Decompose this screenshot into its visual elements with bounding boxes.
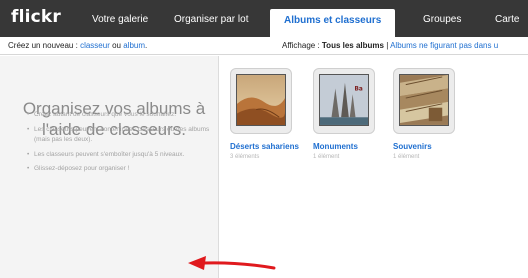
- temple-photo-icon: Ba: [319, 74, 369, 126]
- album-count: 1 élément: [393, 154, 420, 160]
- desert-photo-icon: [236, 74, 286, 126]
- album-count: 3 éléments: [230, 154, 260, 160]
- album-count: 1 élément: [313, 154, 340, 160]
- create-new-line: Créez un nouveau : classeur ou album.: [8, 41, 147, 50]
- market-photo-icon: [399, 74, 449, 126]
- album-thumbnail[interactable]: Ba: [313, 68, 375, 134]
- display-unfiled-albums-link[interactable]: Albums ne figurant pas dans u: [390, 41, 498, 50]
- tab-groupes[interactable]: Groupes: [423, 14, 461, 25]
- flickr-logo[interactable]: flickr: [11, 7, 61, 27]
- create-folder-link[interactable]: classeur: [80, 41, 110, 50]
- top-nav-bar: flickr Votre galerie Organiser par lot A…: [0, 0, 528, 37]
- create-album-link[interactable]: album: [123, 41, 145, 50]
- tips-list: Créez autant de classeurs que vous le so…: [27, 110, 214, 179]
- display-all-albums[interactable]: Tous les albums: [322, 41, 384, 50]
- create-suffix: .: [145, 41, 148, 50]
- album-thumbnail[interactable]: [393, 68, 455, 134]
- tab-votre-galerie[interactable]: Votre galerie: [92, 14, 148, 25]
- album-card[interactable]: Déserts sahariens 3 éléments: [230, 68, 310, 161]
- tip-item: Les classeurs peuvent s'emboîter jusqu'à…: [27, 150, 214, 161]
- album-title[interactable]: Monuments: [313, 142, 393, 152]
- tip-item: Créez autant de classeurs que vous le so…: [27, 110, 214, 121]
- display-filter: Affichage : Tous les albums | Albums ne …: [282, 41, 498, 50]
- tip-item: Les classeurs peuvent contenir des class…: [27, 125, 214, 146]
- album-thumbnail[interactable]: [230, 68, 292, 134]
- album-title[interactable]: Déserts sahariens: [230, 142, 310, 152]
- tip-item: Glissez-déposez pour organiser !: [27, 164, 214, 175]
- create-new-label: Créez un nouveau :: [8, 41, 78, 50]
- sub-toolbar: Créez un nouveau : classeur ou album. Af…: [0, 37, 528, 55]
- create-or-text: ou: [112, 41, 121, 50]
- tab-carte[interactable]: Carte: [495, 14, 519, 25]
- tab-organiser-par-lot[interactable]: Organiser par lot: [174, 14, 248, 25]
- album-card[interactable]: Ba Monuments 1 élément: [313, 68, 393, 161]
- annotation-arrow-icon: [188, 256, 276, 270]
- display-label: Affichage :: [282, 41, 320, 50]
- svg-text:Ba: Ba: [355, 86, 363, 92]
- tab-albums-et-classeurs[interactable]: Albums et classeurs: [270, 9, 396, 37]
- display-separator: |: [386, 41, 389, 50]
- album-title[interactable]: Souvenirs: [393, 142, 473, 152]
- album-card[interactable]: Souvenirs 1 élément: [393, 68, 473, 161]
